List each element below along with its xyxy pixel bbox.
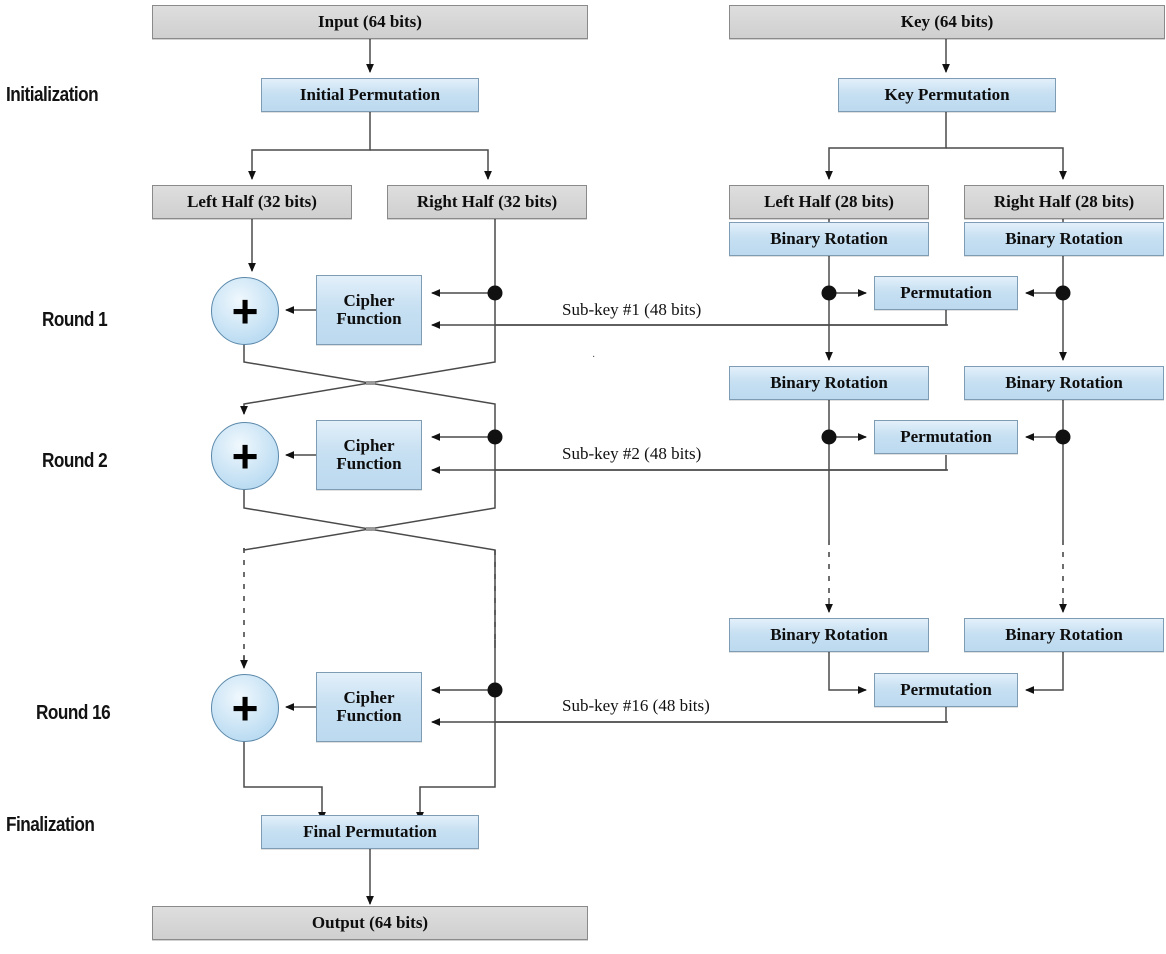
wire-krot16r-to-perm16 bbox=[1024, 652, 1064, 694]
xor-plus-glyph: + bbox=[231, 430, 259, 482]
cipher-function-round-16: Cipher Function bbox=[316, 672, 422, 742]
crossover-speck-2 bbox=[366, 527, 375, 531]
xor-round-1: + bbox=[211, 277, 279, 345]
wire-right-to-fp bbox=[415, 780, 496, 822]
key-permutation-box: Key Permutation bbox=[838, 78, 1056, 112]
wire-cross2-l2r bbox=[243, 489, 496, 648]
tap-dot-round1 bbox=[487, 285, 503, 301]
xor-round-16: + bbox=[211, 674, 279, 742]
tap-dot-round16 bbox=[487, 682, 503, 698]
cipher-function-line1: Cipher bbox=[343, 687, 395, 707]
wire-cross2-r2l bbox=[243, 494, 496, 551]
xor-round-2: + bbox=[211, 422, 279, 490]
cipher-function-line2: Function bbox=[336, 454, 402, 473]
key-tap-dot-left-2 bbox=[821, 429, 837, 445]
key-tap-dot-left-1 bbox=[821, 285, 837, 301]
connector-layer bbox=[239, 38, 1071, 906]
binary-rotation-right-16: Binary Rotation bbox=[964, 618, 1164, 652]
des-diagram-canvas: Initialization Round 1 Round 2 Round 16 … bbox=[0, 0, 1166, 954]
xor-plus-glyph: + bbox=[231, 285, 259, 337]
cipher-function-line1: Cipher bbox=[343, 435, 395, 455]
xor-plus-glyph: + bbox=[231, 682, 259, 734]
left-half-box: Left Half (32 bits) bbox=[152, 185, 352, 219]
cipher-function-round-1: Cipher Function bbox=[316, 275, 422, 345]
initial-permutation-box: Initial Permutation bbox=[261, 78, 479, 112]
key-left-half-box: Left Half (28 bits) bbox=[729, 185, 929, 219]
binary-rotation-left-16: Binary Rotation bbox=[729, 618, 929, 652]
stage-label-finalization: Finalization bbox=[6, 814, 95, 836]
wire-kp-to-kright bbox=[946, 147, 1067, 181]
final-permutation-box: Final Permutation bbox=[261, 815, 479, 849]
stage-label-initialization: Initialization bbox=[6, 84, 99, 106]
key-tap-dot-right-2 bbox=[1055, 429, 1071, 445]
artifact-speck: · bbox=[592, 352, 596, 363]
stage-label-round16: Round 16 bbox=[36, 702, 111, 724]
key-right-half-box: Right Half (28 bits) bbox=[964, 185, 1164, 219]
key-box: Key (64 bits) bbox=[729, 5, 1165, 39]
tap-dot-round2 bbox=[487, 429, 503, 445]
cipher-function-line1: Cipher bbox=[343, 290, 395, 310]
stage-label-round2: Round 2 bbox=[42, 450, 108, 472]
cipher-function-line2: Function bbox=[336, 309, 402, 328]
wire-ip-to-left bbox=[247, 111, 371, 181]
subkey-label-16: Sub-key #16 (48 bits) bbox=[562, 696, 710, 715]
output-box: Output (64 bits) bbox=[152, 906, 588, 940]
binary-rotation-right-2: Binary Rotation bbox=[964, 366, 1164, 400]
cipher-function-round-2: Cipher Function bbox=[316, 420, 422, 490]
wire-kp-to-kleft bbox=[824, 111, 947, 181]
binary-rotation-right-1: Binary Rotation bbox=[964, 222, 1164, 256]
wire-krot16l-to-perm16 bbox=[828, 652, 868, 695]
binary-rotation-left-2: Binary Rotation bbox=[729, 366, 929, 400]
key-permutation-round-1: Permutation bbox=[874, 276, 1018, 310]
wire-ip-to-right bbox=[370, 149, 492, 181]
key-permutation-round-16: Permutation bbox=[874, 673, 1018, 707]
binary-rotation-left-1: Binary Rotation bbox=[729, 222, 929, 256]
right-half-box: Right Half (32 bits) bbox=[387, 185, 587, 219]
input-box: Input (64 bits) bbox=[152, 5, 588, 39]
cipher-function-line2: Function bbox=[336, 706, 402, 725]
stage-label-round1: Round 1 bbox=[42, 309, 108, 331]
subkey-label-2: Sub-key #2 (48 bits) bbox=[562, 444, 702, 463]
crossover-speck-1 bbox=[366, 381, 375, 385]
key-tap-dot-right-1 bbox=[1055, 285, 1071, 301]
key-permutation-round-2: Permutation bbox=[874, 420, 1018, 454]
subkey-label-1: Sub-key #1 (48 bits) bbox=[562, 300, 702, 319]
wire-xor16-to-fp bbox=[243, 741, 326, 822]
